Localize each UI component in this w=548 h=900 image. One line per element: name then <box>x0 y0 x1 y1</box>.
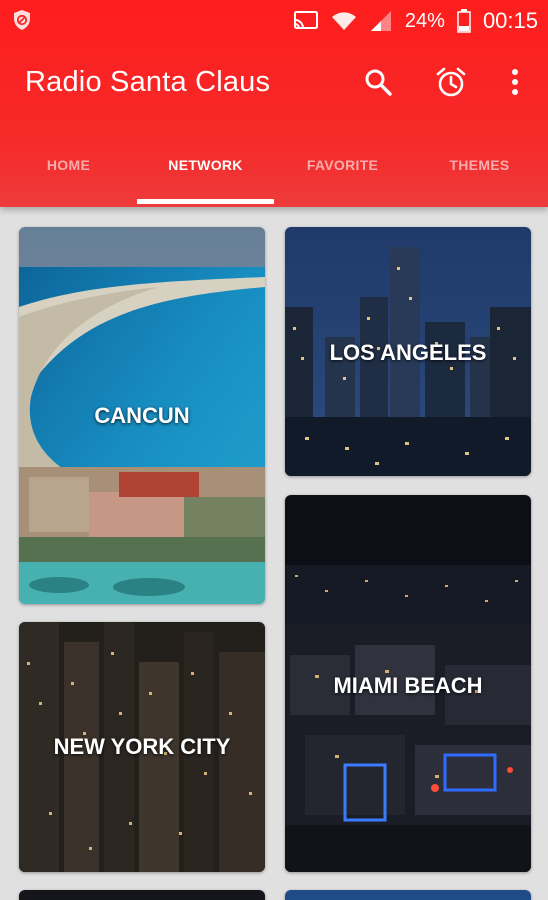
city-label: LOS ANGELES <box>329 340 487 365</box>
tab-bar: HOME NETWORK FAVORITE THEMES <box>0 140 548 207</box>
city-card-new-york-city[interactable]: NEW YORK CITY <box>19 622 265 872</box>
app-title: Radio Santa Claus <box>25 66 271 98</box>
battery-icon <box>457 9 471 33</box>
search-icon[interactable] <box>360 64 396 100</box>
signal-icon <box>369 10 393 32</box>
tab-themes[interactable]: THEMES <box>411 140 548 207</box>
tab-indicator <box>137 199 274 204</box>
wifi-icon <box>331 10 357 32</box>
cast-icon <box>293 10 319 32</box>
more-vert-icon[interactable] <box>497 64 533 100</box>
city-card-partial[interactable] <box>19 890 265 900</box>
clock-time: 00:15 <box>482 8 538 33</box>
city-card-miami-beach[interactable]: MIAMI BEACH <box>285 495 531 872</box>
city-label: CANCUN <box>94 403 190 428</box>
status-bar: 24% 00:15 <box>0 0 548 44</box>
tab-home[interactable]: HOME <box>0 140 137 207</box>
city-card-partial[interactable] <box>285 890 531 900</box>
city-card-los-angeles[interactable]: LOS ANGELES <box>285 227 531 476</box>
app-bar: 24% 00:15 Radio Santa Claus HOME NETWORK… <box>0 0 548 207</box>
city-label: MIAMI BEACH <box>333 673 483 698</box>
city-label: NEW YORK CITY <box>53 734 231 759</box>
no-disturb-icon <box>10 8 34 32</box>
alarm-icon[interactable] <box>433 64 469 100</box>
tab-network[interactable]: NETWORK <box>137 140 274 207</box>
tab-favorite[interactable]: FAVORITE <box>274 140 411 207</box>
city-card-cancun[interactable]: CANCUN <box>19 227 265 604</box>
toolbar: Radio Santa Claus <box>0 52 548 116</box>
battery-text: 24% <box>404 9 445 32</box>
